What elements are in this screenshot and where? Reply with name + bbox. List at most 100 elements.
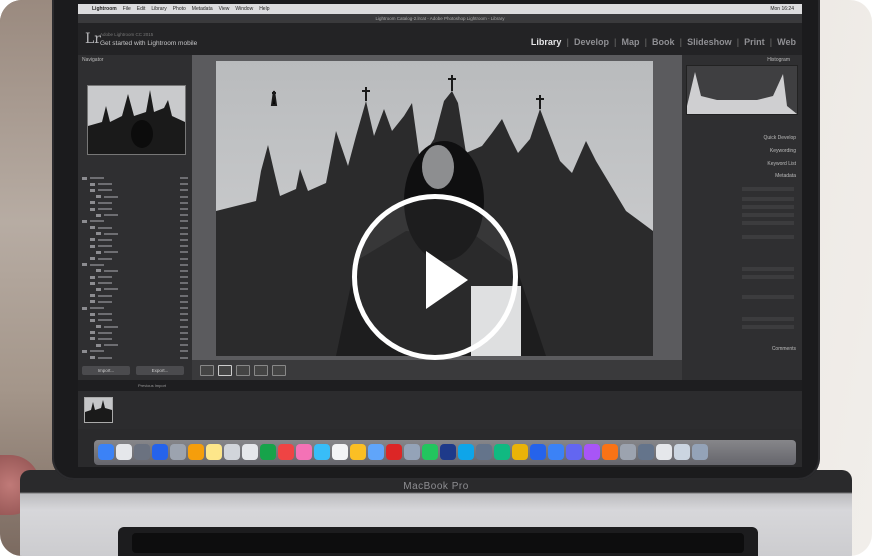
lightroom-header: Lr Adobe Lightroom CC 2015 Get started w… xyxy=(78,23,802,55)
library-toolbar xyxy=(192,360,682,380)
dock-app-icon[interactable] xyxy=(566,444,582,460)
dock-app-icon[interactable] xyxy=(98,444,114,460)
dock-app-icon[interactable] xyxy=(512,444,528,460)
module-picker: Library | Develop | Map | Book | Slidesh… xyxy=(530,37,796,47)
dock-app-icon[interactable] xyxy=(584,444,600,460)
left-panel: Navigator Import... Export... xyxy=(78,55,192,380)
folder-icon xyxy=(96,250,101,254)
folder-icon xyxy=(82,349,87,353)
dock-app-icon[interactable] xyxy=(314,444,330,460)
dock-app-icon[interactable] xyxy=(404,444,420,460)
menu-item: Photo xyxy=(172,6,186,12)
section-comments[interactable]: Comments xyxy=(772,346,796,352)
filmstrip-thumbnail[interactable] xyxy=(84,397,113,423)
export-button[interactable]: Export... xyxy=(136,366,184,375)
dock-app-icon[interactable] xyxy=(692,444,708,460)
dock-app-icon[interactable] xyxy=(368,444,384,460)
dock-app-icon[interactable] xyxy=(134,444,150,460)
loupe-view-icon[interactable] xyxy=(218,365,232,376)
section-keywording[interactable]: Keywording xyxy=(770,148,796,154)
menu-item: View xyxy=(218,6,230,12)
dock-app-icon[interactable] xyxy=(458,444,474,460)
folder-icon xyxy=(96,343,101,347)
section-keyword-list[interactable]: Keyword List xyxy=(767,161,796,167)
dock-app-icon[interactable] xyxy=(278,444,294,460)
dock-app-icon[interactable] xyxy=(620,444,636,460)
dock-app-icon[interactable] xyxy=(260,444,276,460)
dock-app-icon[interactable] xyxy=(350,444,366,460)
dock-app-icon[interactable] xyxy=(656,444,672,460)
window-title: Lightroom Catalog-2.lrcat - Adobe Photos… xyxy=(78,14,802,23)
dock-app-icon[interactable] xyxy=(548,444,564,460)
video-thumbnail: Lightroom File Edit Library Photo Metada… xyxy=(0,0,872,556)
folder-icon xyxy=(90,207,95,211)
dock-app-icon[interactable] xyxy=(170,444,186,460)
play-button[interactable] xyxy=(352,194,518,360)
survey-view-icon[interactable] xyxy=(254,365,268,376)
folder-icon xyxy=(96,232,101,236)
histogram xyxy=(686,65,798,115)
dock-app-icon[interactable] xyxy=(188,444,204,460)
dock-app-icon[interactable] xyxy=(422,444,438,460)
folder-icon xyxy=(82,263,87,267)
folder-icon xyxy=(90,337,95,341)
folder-list xyxy=(82,175,188,361)
folder-icon xyxy=(96,213,101,217)
dock-app-icon[interactable] xyxy=(674,444,690,460)
filmstrip-header: Previous Import xyxy=(78,380,802,391)
import-button[interactable]: Import... xyxy=(82,366,130,375)
folder-icon xyxy=(96,269,101,273)
navigator-header: Navigator xyxy=(82,57,104,63)
folder-icon xyxy=(90,182,95,186)
menu-item: Window xyxy=(235,6,254,12)
mac-menu-bar: Lightroom File Edit Library Photo Metada… xyxy=(78,4,802,14)
folder-icon xyxy=(90,257,95,261)
filmstrip xyxy=(78,391,802,429)
section-quick-develop[interactable]: Quick Develop xyxy=(763,135,796,141)
folder-icon xyxy=(90,318,95,322)
folder-icon xyxy=(90,300,95,304)
folder-row[interactable] xyxy=(82,354,188,360)
module-map: Map xyxy=(621,37,640,47)
folder-icon xyxy=(96,325,101,329)
module-book: Book xyxy=(652,37,675,47)
module-library: Library xyxy=(530,37,562,47)
folder-icon xyxy=(90,188,95,192)
dock-app-icon[interactable] xyxy=(440,444,456,460)
lightroom-logo: Lr xyxy=(85,31,101,47)
dock-app-icon[interactable] xyxy=(296,444,312,460)
folder-icon xyxy=(90,331,95,335)
dock-app-icon[interactable] xyxy=(116,444,132,460)
dock-app-icon[interactable] xyxy=(224,444,240,460)
laptop-label: MacBook Pro xyxy=(403,481,469,492)
folder-icon xyxy=(90,294,95,298)
menu-item: File xyxy=(122,6,131,12)
compare-view-icon[interactable] xyxy=(236,365,250,376)
people-view-icon[interactable] xyxy=(272,365,286,376)
right-panel: Histogram Quick Develop Keywording Keywo… xyxy=(682,55,802,380)
dock-app-icon[interactable] xyxy=(332,444,348,460)
dock-app-icon[interactable] xyxy=(494,444,510,460)
folder-icon xyxy=(82,176,87,180)
folder-icon xyxy=(90,312,95,316)
dock-app-icon[interactable] xyxy=(602,444,618,460)
folder-icon xyxy=(82,219,87,223)
dock-app-icon[interactable] xyxy=(386,444,402,460)
dock-app-icon[interactable] xyxy=(638,444,654,460)
menu-item: Metadata xyxy=(191,6,213,12)
folder-icon xyxy=(82,306,87,310)
dock-app-icon[interactable] xyxy=(206,444,222,460)
dock-app-icon[interactable] xyxy=(242,444,258,460)
identity-plate: Adobe Lightroom CC 2015 xyxy=(100,32,154,37)
dock-app-icon[interactable] xyxy=(476,444,492,460)
folder-icon xyxy=(90,238,95,242)
dock-app-icon[interactable] xyxy=(152,444,168,460)
module-slideshow: Slideshow xyxy=(687,37,732,47)
menu-item: Help xyxy=(259,6,270,12)
dock-app-icon[interactable] xyxy=(530,444,546,460)
folder-icon xyxy=(96,195,101,199)
navigator-preview xyxy=(87,85,186,155)
folder-icon xyxy=(90,201,95,205)
grid-view-icon[interactable] xyxy=(200,365,214,376)
section-metadata[interactable]: Metadata xyxy=(775,173,796,179)
